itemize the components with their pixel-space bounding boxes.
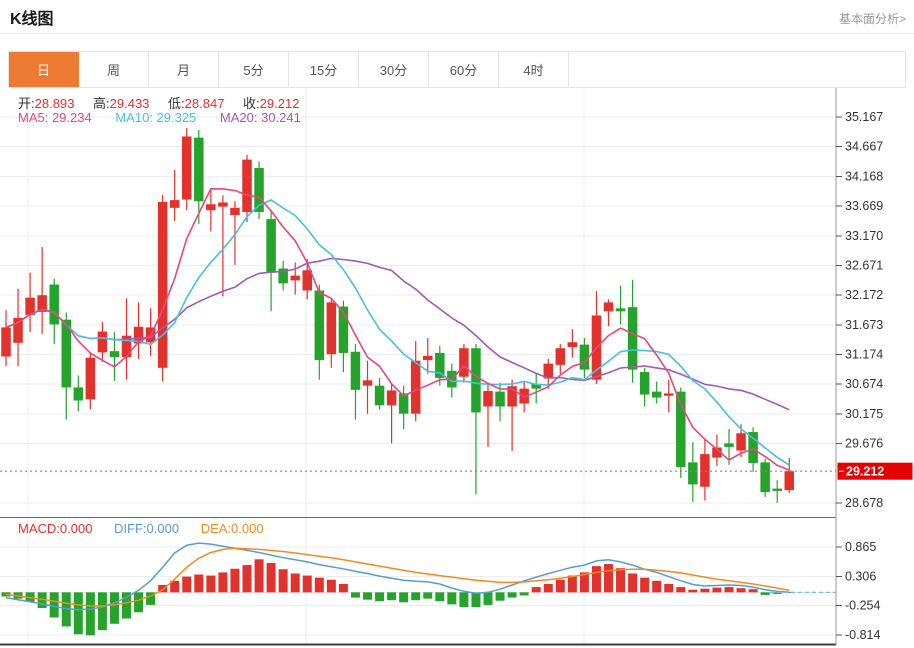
tab-60min[interactable]: 60分 xyxy=(429,52,499,87)
diff-value-legend: DIFF:0.000 xyxy=(114,521,179,536)
current-price-text: 29.212 xyxy=(846,465,884,479)
low-label: 低: xyxy=(168,96,185,111)
high-value: 29.433 xyxy=(110,96,150,111)
macd-legend: MACD:0.000 DIFF:0.000 DEA:0.000 xyxy=(18,521,264,536)
ma5-line xyxy=(6,189,789,470)
axis-tick-label: 0.865 xyxy=(845,540,876,554)
ma20-legend: MA20: 30.241 xyxy=(220,110,301,125)
tab-30min[interactable]: 30分 xyxy=(359,52,429,87)
dea-value-legend: DEA:0.000 xyxy=(201,521,264,536)
ma10-line xyxy=(6,200,789,465)
axis-tick-label: 33.170 xyxy=(845,229,883,243)
axis-tick-label: 32.671 xyxy=(845,258,883,272)
macd-histogram xyxy=(2,559,794,635)
high-label: 高: xyxy=(93,96,110,111)
open-value: 28.893 xyxy=(35,96,75,111)
current-price-badge: 29.212 xyxy=(838,463,913,480)
axis-tick-label: 28.678 xyxy=(845,496,883,510)
kline-chart[interactable]: 35.167 34.667 34.168 33.669 33.170 32.671 32.1… xyxy=(0,88,914,648)
axis-tick-label: -0.814 xyxy=(845,628,880,642)
axis-tick-label: 31.673 xyxy=(845,318,883,332)
tab-5min[interactable]: 5分 xyxy=(219,52,289,87)
axis-tick-label: 0.306 xyxy=(845,569,876,583)
axis-tick-label: -0.254 xyxy=(845,599,880,613)
page-title: K线图 xyxy=(10,5,54,29)
axis-tick-label: 32.172 xyxy=(845,288,883,302)
tab-week[interactable]: 周 xyxy=(79,52,149,87)
period-tabs: 日 周 月 5分 15分 30分 60分 4时 xyxy=(8,51,906,88)
axis-tick-label: 34.667 xyxy=(845,140,883,154)
tab-15min[interactable]: 15分 xyxy=(289,52,359,87)
close-value: 29.212 xyxy=(260,96,300,111)
axis-tick-label: 35.167 xyxy=(845,110,883,124)
axis-tick-label: 34.168 xyxy=(845,169,883,183)
macd-value-legend: MACD:0.000 xyxy=(18,521,92,536)
close-label: 收: xyxy=(243,96,260,111)
ma-legend: MA5: 29.234 MA10: 29.325 MA20: 30.241 xyxy=(18,110,301,125)
open-label: 开: xyxy=(18,96,35,111)
axis-tick-label: 30.674 xyxy=(845,377,883,391)
ma10-legend: MA10: 29.325 xyxy=(115,110,196,125)
candles xyxy=(1,128,794,503)
axis-tick-label: 31.174 xyxy=(845,348,883,362)
axis-tick-label: 33.669 xyxy=(845,199,883,213)
header-divider xyxy=(0,33,914,34)
tab-day[interactable]: 日 xyxy=(9,52,79,87)
ma5-legend: MA5: 29.234 xyxy=(18,110,92,125)
axis-tick-label: 30.175 xyxy=(845,407,883,421)
ma20-line xyxy=(6,258,789,409)
tab-month[interactable]: 月 xyxy=(149,52,219,87)
low-value: 28.847 xyxy=(185,96,225,111)
fundamental-analysis-link[interactable]: 基本面分析> xyxy=(839,10,906,27)
axis-tick-label: 29.676 xyxy=(845,437,883,451)
tab-4hour[interactable]: 4时 xyxy=(499,52,569,87)
